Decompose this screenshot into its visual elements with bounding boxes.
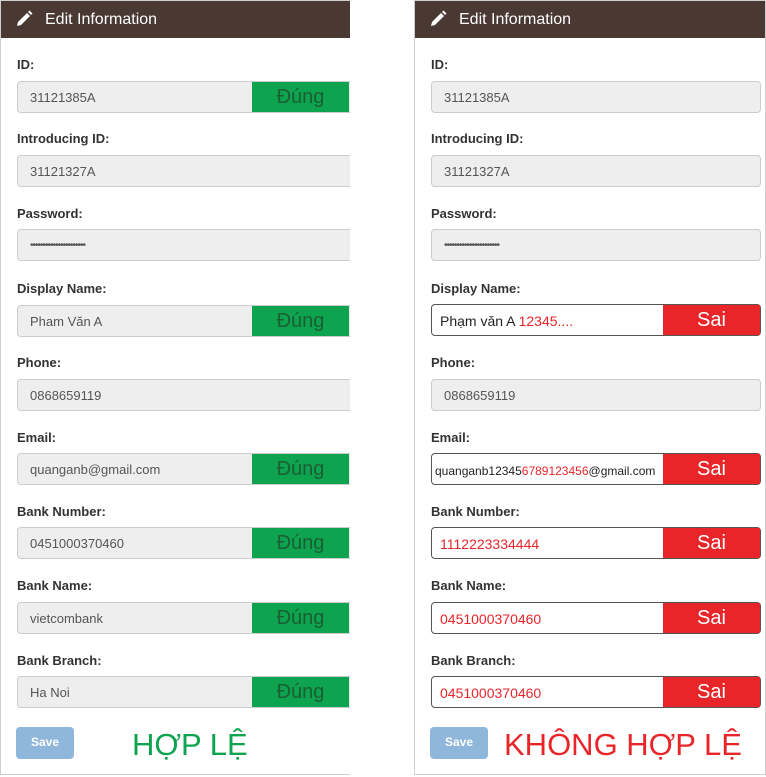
introducing-id-value: 31121327A (30, 164, 96, 179)
edit-information-panel-valid: Edit Information ID: 31121385A Đúng Intr… (0, 0, 350, 775)
invalid-badge: Sai (663, 603, 760, 633)
id-label: ID: (431, 57, 449, 72)
bank-number-field[interactable]: 0451000370460 Đúng (17, 527, 350, 559)
display-name-label: Display Name: (17, 281, 107, 296)
password-value: •••••••••••••••••••••• (444, 240, 500, 251)
display-name-label: Display Name: (431, 281, 521, 296)
password-field[interactable]: •••••••••••••••••••••• (431, 229, 761, 261)
bank-number-value: 0451000370460 (30, 536, 124, 551)
id-value: 31121385A (444, 90, 510, 105)
bank-number-label: Bank Number: (17, 504, 106, 519)
id-field[interactable]: 31121385A (431, 81, 761, 113)
bank-branch-error: 0451000370460 (440, 685, 542, 701)
bank-name-value: 0451000370460 (440, 611, 541, 627)
password-field[interactable]: •••••••••••••••••••••• (17, 229, 350, 261)
introducing-id-label: Introducing ID: (431, 131, 524, 146)
bank-name-value: vietcombank (30, 611, 103, 626)
verdict-invalid: KHÔNG HỢP LỆ (504, 727, 742, 762)
panel-title: Edit Information (45, 11, 158, 28)
bank-name-label: Bank Name: (431, 578, 507, 593)
email-suffix: @gmail.com (588, 464, 656, 478)
email-prefix: quanganb12345 (435, 464, 522, 478)
display-name-field[interactable]: Pham Văn A Đúng (17, 305, 350, 337)
email-value: quanganb@gmail.com (30, 462, 161, 477)
bank-number-label: Bank Number: (431, 504, 520, 519)
bank-number-field[interactable]: 1112223334444 Sai (431, 527, 761, 559)
invalid-badge: Sai (663, 305, 760, 335)
bank-name-error: 0451000370460 (440, 611, 542, 627)
phone-value: 0868659119 (444, 388, 516, 403)
verdict-valid: HỢP LỆ (132, 727, 248, 762)
save-button[interactable]: Save (430, 727, 488, 759)
phone-label: Phone: (17, 355, 62, 370)
valid-badge: Đúng (252, 306, 349, 336)
phone-label: Phone: (431, 355, 476, 370)
introducing-id-field[interactable]: 31121327A (17, 155, 350, 187)
bank-number-error: 1112223334444 (440, 536, 540, 552)
bank-branch-field[interactable]: 0451000370460 Sai (431, 676, 761, 708)
phone-value: 0868659119 (30, 388, 102, 403)
invalid-badge: Sai (663, 677, 760, 707)
panel-header: Edit Information (415, 1, 765, 38)
id-value: 31121385A (30, 90, 96, 105)
bank-branch-field[interactable]: Ha Noi Đúng (17, 676, 350, 708)
save-button[interactable]: Save (16, 727, 74, 759)
valid-badge: Đúng (252, 603, 349, 633)
id-field[interactable]: 31121385A Đúng (17, 81, 350, 113)
introducing-id-value: 31121327A (444, 164, 510, 179)
display-name-field[interactable]: Phạm văn A 12345.... Sai (431, 304, 761, 336)
email-error-part: 6789123456 (521, 464, 589, 478)
bank-branch-label: Bank Branch: (17, 653, 102, 668)
valid-badge: Đúng (252, 454, 349, 484)
invalid-badge: Sai (663, 454, 760, 484)
panel-title: Edit Information (459, 11, 572, 28)
email-field[interactable]: quanganb@gmail.com Đúng (17, 453, 350, 485)
display-name-valid-part: Phạm văn A (440, 313, 519, 329)
bank-number-value: 1112223334444 (440, 536, 539, 552)
bank-name-label: Bank Name: (17, 578, 93, 593)
bank-branch-value: Ha Noi (30, 685, 70, 700)
valid-badge: Đúng (252, 82, 349, 112)
email-field[interactable]: quanganb123456789123456@gmail.com Sai (431, 453, 761, 485)
display-name-value: Phạm văn A 12345.... (440, 313, 573, 329)
pencil-icon (431, 10, 447, 26)
edit-information-panel-invalid: Edit Information ID: 31121385A Introduci… (414, 0, 766, 775)
display-name-value: Pham Văn A (30, 314, 103, 329)
phone-field[interactable]: 0868659119 (17, 379, 350, 411)
phone-field[interactable]: 0868659119 (431, 379, 761, 411)
email-label: Email: (17, 430, 57, 445)
password-label: Password: (17, 206, 83, 221)
valid-badge: Đúng (252, 528, 349, 558)
bank-name-field[interactable]: vietcombank Đúng (17, 602, 350, 634)
bank-name-field[interactable]: 0451000370460 Sai (431, 602, 761, 634)
email-label: Email: (431, 430, 471, 445)
pencil-icon (17, 10, 33, 26)
password-value: •••••••••••••••••••••• (30, 240, 86, 251)
display-name-error-part: 12345.... (518, 313, 574, 329)
panel-header: Edit Information (1, 1, 350, 38)
invalid-badge: Sai (663, 528, 760, 558)
introducing-id-label: Introducing ID: (17, 131, 110, 146)
id-label: ID: (17, 57, 35, 72)
bank-branch-value: 0451000370460 (440, 685, 541, 701)
valid-badge: Đúng (252, 677, 349, 707)
email-value: quanganb123456789123456@gmail.com (435, 463, 655, 479)
introducing-id-field[interactable]: 31121327A (431, 155, 761, 187)
password-label: Password: (431, 206, 497, 221)
bank-branch-label: Bank Branch: (431, 653, 516, 668)
